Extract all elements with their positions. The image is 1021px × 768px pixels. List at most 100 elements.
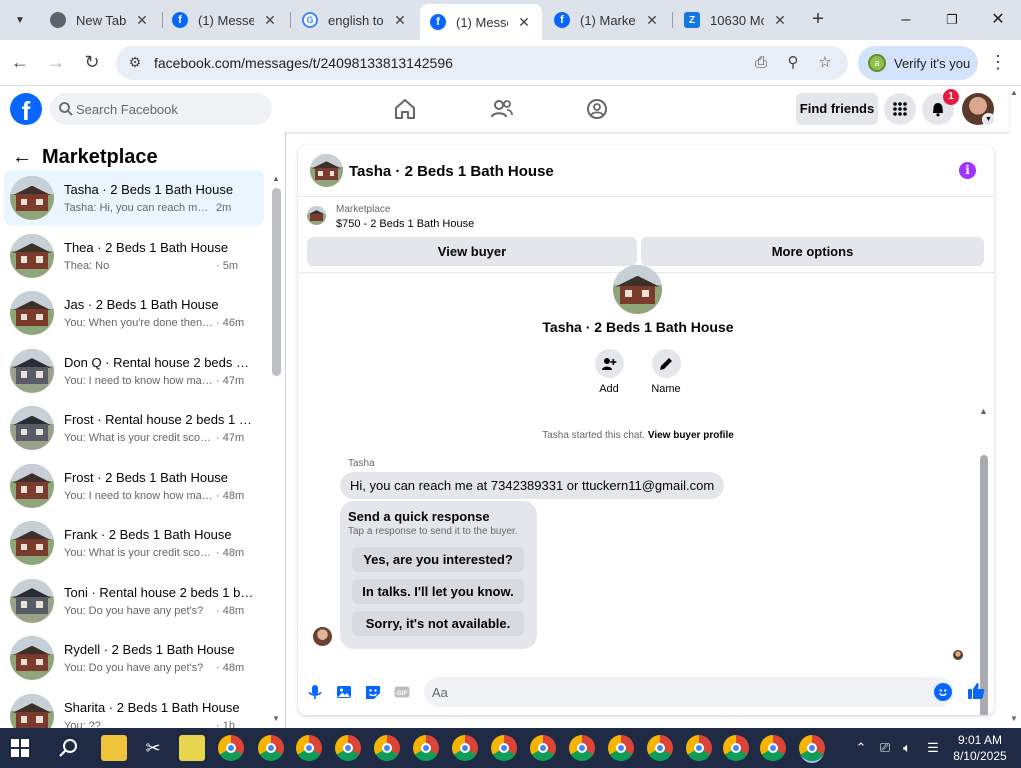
conversation-item[interactable]: Frost · Rental house 2 beds 1 bath You: W… <box>4 400 264 456</box>
account-avatar[interactable]: ▼ <box>962 93 995 126</box>
back-arrow-icon[interactable]: ← <box>12 146 36 169</box>
close-icon[interactable]: ✕ <box>134 12 150 29</box>
back-button[interactable]: ← <box>8 50 32 74</box>
quick-response-not-available[interactable]: Sorry, it's not available. <box>352 611 524 636</box>
photo-icon[interactable] <box>335 683 353 701</box>
scroll-down-arrow[interactable]: ▼ <box>272 714 280 723</box>
search-icon[interactable] <box>56 735 82 761</box>
quick-response-yes[interactable]: Yes, are you interested? <box>352 547 524 572</box>
gif-icon[interactable]: GIF <box>393 683 411 701</box>
browser-menu-icon[interactable]: ⋮ <box>988 50 1008 74</box>
show-hidden-icons-chevron-icon[interactable]: ⌃ <box>852 739 870 757</box>
network-icon[interactable]: ⎚ <box>876 739 894 757</box>
conversation-item[interactable]: Frost · 2 Beds 1 Bath House You: I need t… <box>4 458 264 514</box>
tab-zillow[interactable]: Z 10630 McI ✕ <box>674 4 798 36</box>
zoom-icon[interactable]: ⚲ <box>784 54 802 72</box>
conversation-item[interactable]: Jas · 2 Beds 1 Bath House You: When you'r… <box>4 285 264 341</box>
reload-button[interactable]: ↻ <box>80 50 104 74</box>
chrome-taskbar-icon[interactable] <box>452 735 478 761</box>
scroll-up-arrow[interactable]: ▲ <box>979 406 988 416</box>
chrome-taskbar-icon[interactable] <box>413 735 439 761</box>
friends-icon[interactable] <box>488 95 516 123</box>
facebook-logo-icon[interactable]: f <box>10 93 42 125</box>
chrome-taskbar-icon[interactable] <box>335 735 361 761</box>
info-icon[interactable]: i <box>959 162 976 179</box>
conversation-item[interactable]: Thea · 2 Beds 1 Bath House Thea: No · 5m <box>4 228 264 284</box>
windows-start-icon[interactable] <box>10 738 30 758</box>
message-bubble[interactable]: Hi, you can reach me at 7342389331 or tt… <box>340 472 725 499</box>
close-window-button[interactable]: ✕ <box>975 6 1021 34</box>
chrome-taskbar-icon[interactable] <box>608 735 634 761</box>
quick-response-in-talks[interactable]: In talks. I'll let you know. <box>352 579 524 604</box>
search-input[interactable] <box>76 99 266 119</box>
conversation-item[interactable]: Don Q · Rental house 2 beds 1 b... You: I… <box>4 343 264 399</box>
verify-profile-button[interactable]: a Verify it's you <box>858 46 978 80</box>
tab-google-search[interactable]: G english to ✕ <box>292 4 418 36</box>
close-icon[interactable]: ✕ <box>516 14 532 31</box>
conversation-item[interactable]: Tasha · 2 Beds 1 Bath House Tasha: Hi, yo… <box>4 170 264 226</box>
restore-button[interactable]: ❐ <box>929 6 975 34</box>
close-icon[interactable]: ✕ <box>772 12 788 29</box>
chrome-taskbar-icon[interactable] <box>218 735 244 761</box>
chrome-taskbar-icon[interactable] <box>258 735 284 761</box>
tab-marketplace[interactable]: f (1) Market ✕ <box>544 4 670 36</box>
microphone-icon[interactable] <box>306 683 324 701</box>
bookmark-star-icon[interactable]: ☆ <box>816 54 834 72</box>
page-scroll-down-arrow[interactable]: ▼ <box>1010 714 1018 723</box>
thumbs-up-icon[interactable] <box>966 681 986 701</box>
view-buyer-button[interactable]: View buyer <box>307 237 637 266</box>
tab-search-chevron-icon[interactable]: ▼ <box>8 8 32 32</box>
file-explorer-icon[interactable] <box>101 735 127 761</box>
listing-thumbnail[interactable] <box>307 206 326 225</box>
home-icon[interactable] <box>391 95 419 123</box>
chrome-taskbar-icon[interactable] <box>647 735 673 761</box>
chat-title[interactable]: Tasha · 2 Beds 1 Bath House <box>349 163 554 180</box>
chrome-taskbar-icon[interactable] <box>374 735 400 761</box>
forward-button[interactable]: → <box>44 50 68 74</box>
chrome-taskbar-icon[interactable] <box>296 735 322 761</box>
chrome-taskbar-icon[interactable] <box>686 735 712 761</box>
address-bar[interactable]: ⚙ facebook.com/messages/t/24098133813142… <box>116 46 848 80</box>
new-tab-button[interactable]: + <box>806 8 830 32</box>
conversation-item[interactable]: Toni · Rental house 2 beds 1 bath You: Do… <box>4 573 264 629</box>
tab-new-tab[interactable]: New Tab ✕ <box>40 4 160 36</box>
close-icon[interactable]: ✕ <box>392 12 408 29</box>
facebook-search[interactable] <box>50 93 272 125</box>
system-clock[interactable]: 9:01 AM 8/10/2025 <box>950 732 1010 764</box>
sticker-icon[interactable] <box>364 683 382 701</box>
chrome-taskbar-icon[interactable] <box>723 735 749 761</box>
message-input[interactable] <box>432 683 922 701</box>
name-action[interactable]: Name <box>641 349 691 395</box>
close-icon[interactable]: ✕ <box>644 12 660 29</box>
chrome-taskbar-icon[interactable] <box>569 735 595 761</box>
chrome-taskbar-icon[interactable] <box>491 735 517 761</box>
add-action[interactable]: Add <box>584 349 634 395</box>
message-input-field[interactable] <box>424 677 954 707</box>
groups-icon[interactable] <box>583 95 611 123</box>
conversation-item[interactable]: Frank · 2 Beds 1 Bath House You: What is … <box>4 515 264 571</box>
notification-center-icon[interactable]: ☰ <box>924 739 942 757</box>
more-options-button[interactable]: More options <box>641 237 984 266</box>
conversation-item[interactable]: Sharita · 2 Beds 1 Bath House You: ?? · 1h <box>4 688 264 728</box>
minimize-button[interactable]: – <box>883 6 929 34</box>
view-buyer-profile-link[interactable]: View buyer profile <box>648 430 734 441</box>
tab-messenger-1[interactable]: f (1) Messen ✕ <box>162 4 288 36</box>
listing-price[interactable]: $750 - 2 Beds 1 Bath House <box>336 218 474 230</box>
install-app-icon[interactable]: ⎙ <box>752 54 770 72</box>
emoji-icon[interactable] <box>934 683 952 701</box>
site-settings-icon[interactable]: ⚙ <box>126 54 144 72</box>
tab-messenger-active[interactable]: f (1) Messen ✕ <box>420 4 542 40</box>
chrome-taskbar-icon[interactable] <box>799 735 825 761</box>
close-icon[interactable]: ✕ <box>262 12 278 29</box>
volume-icon[interactable]: 🔈︎ <box>898 739 916 757</box>
menu-grid-button[interactable] <box>884 93 916 125</box>
snipping-tool-icon[interactable]: ✂ <box>140 735 166 761</box>
conversation-item[interactable]: Rydell · 2 Beds 1 Bath House You: Do you … <box>4 630 264 686</box>
scroll-up-arrow[interactable]: ▲ <box>272 174 280 183</box>
chat-avatar[interactable] <box>310 154 343 187</box>
conversation-scrollbar[interactable] <box>272 188 281 376</box>
sticky-notes-icon[interactable] <box>179 735 205 761</box>
profile-avatar[interactable] <box>613 265 662 314</box>
page-scroll-up-arrow[interactable]: ▲ <box>1010 88 1018 97</box>
chrome-taskbar-icon[interactable] <box>530 735 556 761</box>
